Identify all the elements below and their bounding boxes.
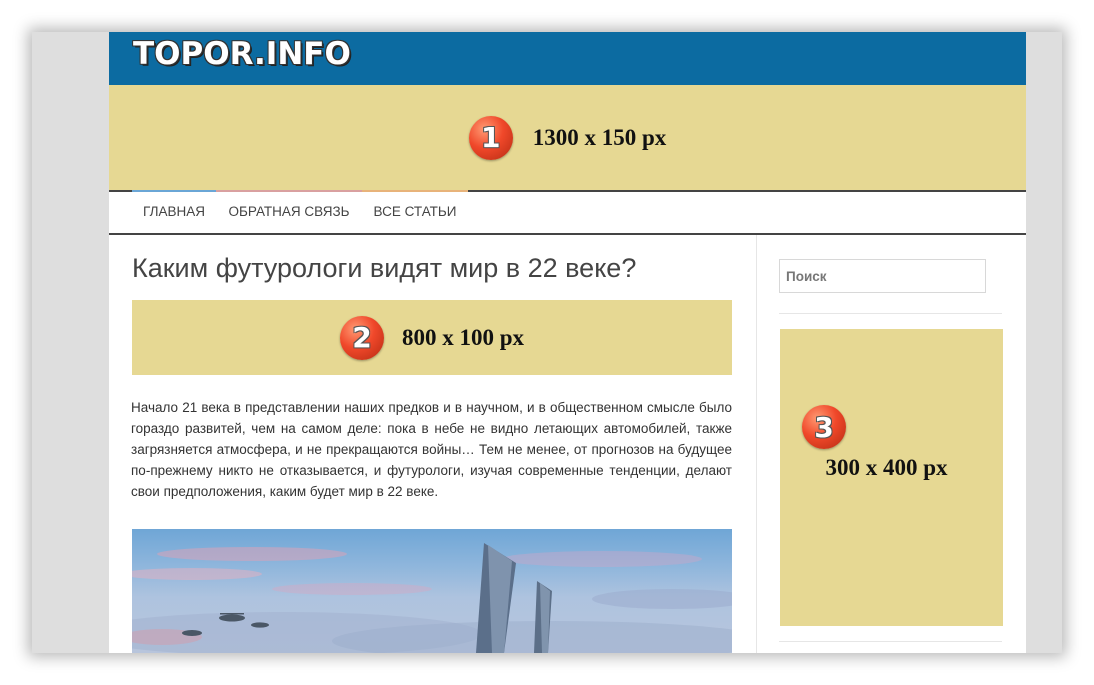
site-header: TOPOR.INFO	[109, 32, 1026, 85]
nav-item-label: ГЛАВНАЯ	[143, 204, 205, 219]
nav-accent-bar	[132, 190, 216, 192]
ad-number-badge: 2	[339, 315, 384, 360]
ad-banner-article[interactable]: 2 800 x 100 px	[132, 300, 732, 375]
content-area: Каким футурологи видят мир в 22 веке? 2 …	[109, 235, 1026, 653]
main-navigation: ГЛАВНАЯ ОБРАТНАЯ СВЯЗЬ ВСЕ СТАТЬИ	[109, 190, 1026, 235]
browser-viewport: TOPOR.INFO 1 1300 x 150 px ГЛАВНАЯ ОБРАТ…	[32, 32, 1062, 653]
ad-size-label: 800 x 100 px	[401, 324, 525, 350]
ad-banner-sidebar[interactable]: 3 300 x 400 px	[780, 329, 1003, 626]
ad-size-label: 1300 x 150 px	[532, 124, 667, 150]
web-page: TOPOR.INFO 1 1300 x 150 px ГЛАВНАЯ ОБРАТ…	[109, 32, 1026, 653]
article-intro: Начало 21 века в представлении наших пре…	[131, 400, 732, 499]
article-image[interactable]	[132, 529, 732, 653]
sidebar-rule	[779, 641, 1002, 642]
nav-item-all-articles[interactable]: ВСЕ СТАТЬИ	[362, 190, 468, 233]
ad-size-label: 300 x 400 px	[825, 455, 948, 480]
nav-item-label: ВСЕ СТАТЬИ	[373, 204, 457, 219]
sidebar-rule	[779, 313, 1002, 314]
ad-number-badge: 1	[468, 115, 513, 160]
nav-item-label: ОБРАТНАЯ СВЯЗЬ	[228, 204, 350, 219]
ad-number-badge: 3	[802, 405, 846, 449]
nav-item-feedback[interactable]: ОБРАТНАЯ СВЯЗЬ	[216, 190, 362, 233]
site-logo[interactable]: TOPOR.INFO	[133, 36, 351, 72]
nav-accent-bar	[362, 190, 468, 192]
futuristic-city-illustration	[132, 543, 732, 653]
nav-accent-bar	[216, 190, 362, 192]
sidebar-divider	[756, 235, 757, 653]
nav-item-home[interactable]: ГЛАВНАЯ	[132, 190, 216, 233]
ad-banner-top[interactable]: 1 1300 x 150 px	[109, 85, 1026, 190]
article-title[interactable]: Каким футурологи видят мир в 22 веке?	[132, 253, 636, 284]
search-input[interactable]	[779, 259, 986, 293]
